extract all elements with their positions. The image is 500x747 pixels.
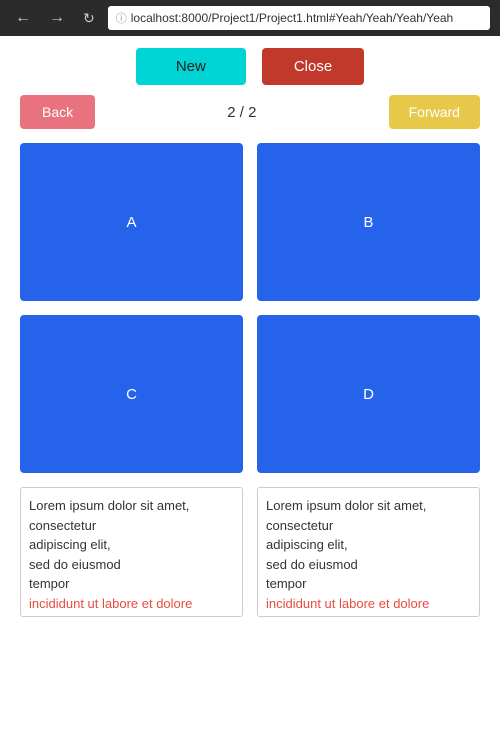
textbox-left-normal: Lorem ipsum dolor sit amet,consecteturad… bbox=[29, 498, 189, 591]
close-button[interactable]: Close bbox=[262, 48, 364, 85]
textbox-right-highlight: incididunt ut labore et dolore bbox=[266, 596, 429, 611]
card-d[interactable]: D bbox=[257, 315, 480, 473]
new-button[interactable]: New bbox=[136, 48, 246, 85]
textbox-right[interactable]: Lorem ipsum dolor sit amet,consecteturad… bbox=[257, 487, 480, 617]
security-icon: ⓘ bbox=[116, 10, 127, 26]
forward-button[interactable]: Forward bbox=[389, 95, 480, 129]
card-c-label: C bbox=[126, 386, 137, 403]
top-buttons-row: New Close bbox=[20, 48, 480, 85]
forward-nav-button[interactable]: → bbox=[44, 7, 70, 29]
navigation-row: Back 2 / 2 Forward bbox=[20, 95, 480, 129]
back-nav-button[interactable]: ← bbox=[10, 7, 36, 29]
page-indicator: 2 / 2 bbox=[227, 104, 256, 121]
address-bar[interactable]: ⓘ localhost:8000/Project1/Project1.html#… bbox=[108, 6, 490, 30]
reload-button[interactable]: ↻ bbox=[78, 8, 100, 29]
back-button[interactable]: Back bbox=[20, 95, 95, 129]
card-b-label: B bbox=[363, 214, 373, 231]
textareas-grid: Lorem ipsum dolor sit amet,consecteturad… bbox=[20, 487, 480, 617]
card-a-label: A bbox=[126, 214, 136, 231]
card-d-label: D bbox=[363, 386, 374, 403]
url-text: localhost:8000/Project1/Project1.html#Ye… bbox=[131, 11, 453, 25]
card-c[interactable]: C bbox=[20, 315, 243, 473]
card-a[interactable]: A bbox=[20, 143, 243, 301]
textbox-left-highlight: incididunt ut labore et dolore bbox=[29, 596, 192, 611]
textbox-right-normal: Lorem ipsum dolor sit amet,consecteturad… bbox=[266, 498, 426, 591]
textbox-left[interactable]: Lorem ipsum dolor sit amet,consecteturad… bbox=[20, 487, 243, 617]
page-content: New Close Back 2 / 2 Forward A B C D Lor… bbox=[0, 36, 500, 637]
cards-grid: A B C D bbox=[20, 143, 480, 473]
browser-chrome: ← → ↻ ⓘ localhost:8000/Project1/Project1… bbox=[0, 0, 500, 36]
card-b[interactable]: B bbox=[257, 143, 480, 301]
